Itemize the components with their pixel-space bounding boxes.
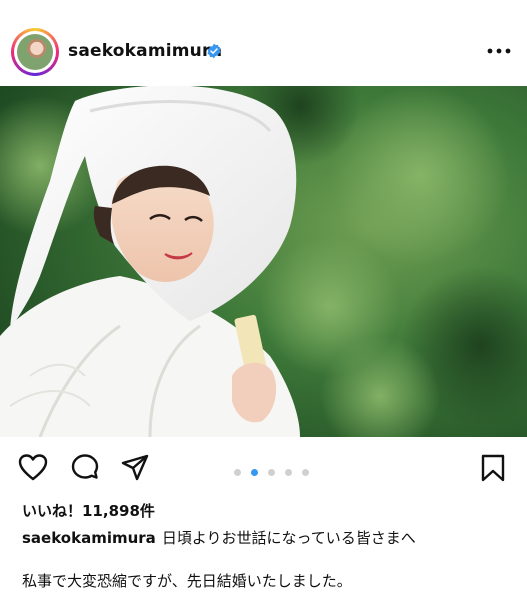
avatar-frame <box>14 31 56 73</box>
carousel-dot <box>268 469 276 476</box>
carousel-dot <box>234 469 241 476</box>
carousel-dot <box>285 469 293 476</box>
caption: saekokamimura 日頃よりお世話になっている皆さまへ <box>22 527 416 548</box>
comment-icon[interactable] <box>70 453 100 483</box>
verified-badge-icon <box>207 43 221 59</box>
caption-text-line2: 私事で大変恐縮ですが、先日結婚いたしました。 <box>22 572 352 590</box>
carousel-dot <box>302 469 310 476</box>
bride-photo <box>0 86 527 437</box>
likes-count[interactable]: いいね！11,898件 <box>22 500 155 521</box>
username[interactable]: saekokamimura <box>68 41 222 61</box>
send-icon[interactable] <box>120 453 150 483</box>
action-bar <box>0 437 527 499</box>
carousel-dot-active <box>251 469 259 476</box>
caption-username[interactable]: saekokamimura <box>22 529 156 547</box>
carousel-indicator <box>234 461 314 476</box>
more-options-icon[interactable] <box>486 44 512 58</box>
story-ring[interactable] <box>11 28 59 76</box>
heart-icon[interactable] <box>18 453 48 483</box>
post-image[interactable] <box>0 86 527 437</box>
caption-text-line1: 日頃よりお世話になっている皆さまへ <box>161 529 416 547</box>
post-header: saekokamimura <box>0 0 527 86</box>
bookmark-icon[interactable] <box>478 453 508 483</box>
avatar[interactable] <box>17 34 53 70</box>
